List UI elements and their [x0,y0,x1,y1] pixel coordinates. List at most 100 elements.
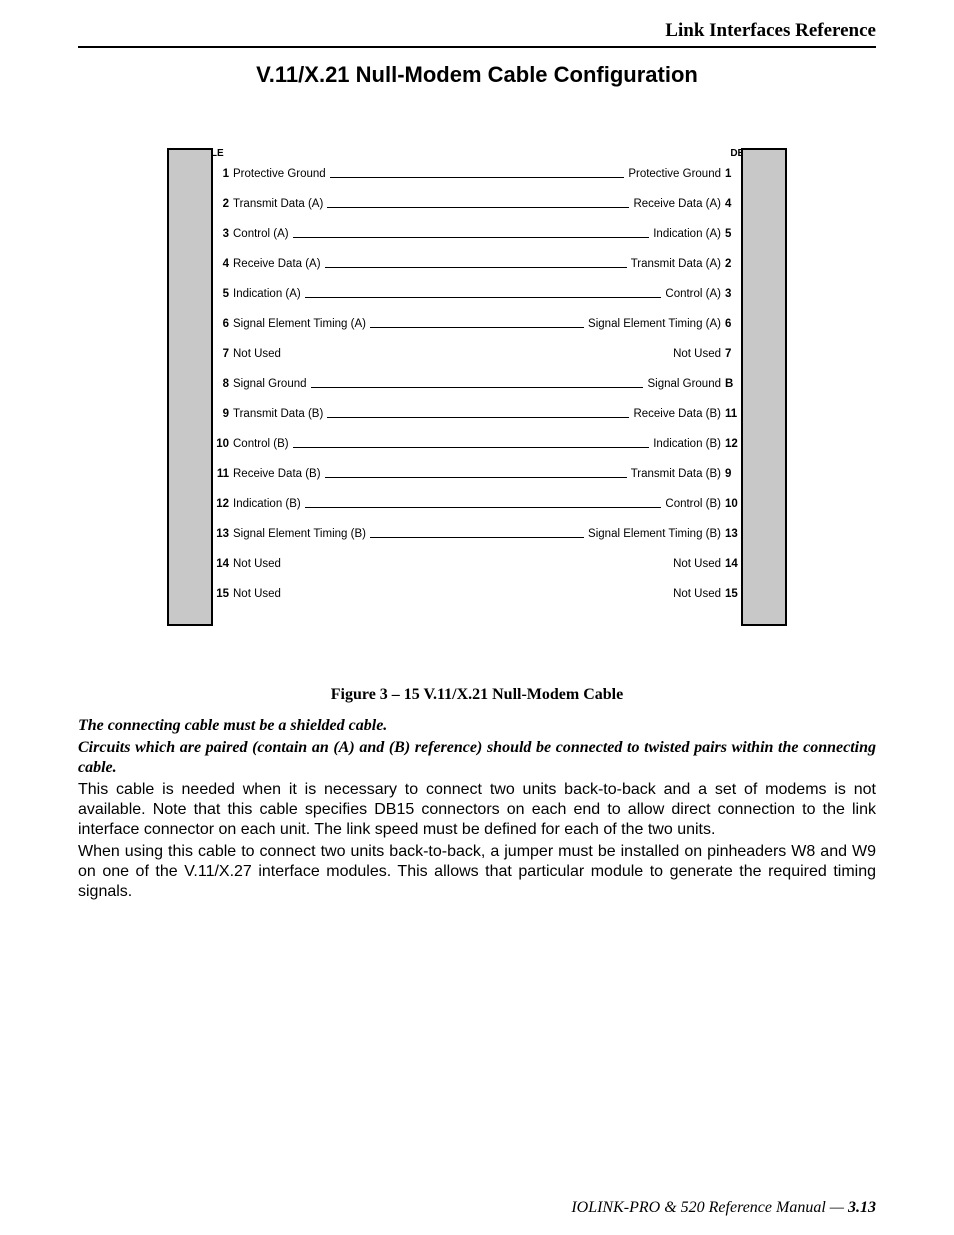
right-signal: Indication (A) [653,228,721,240]
left-signal: Transmit Data (B) [233,408,323,420]
pin-row: 12Indication (B) Control (B)10 [213,480,741,510]
pin-rows: 1Protective GroundProtective Ground12Tra… [213,148,741,626]
left-pin: 4 [213,258,233,270]
pin-row: 7Not UsedNot Used7 [213,330,741,360]
left-signal: Transmit Data (A) [233,198,323,210]
left-signal: Protective Ground [233,168,326,180]
wire [311,387,644,388]
left-pin: 6 [213,318,233,330]
right-signal: Receive Data (B) [633,408,721,420]
right-pin: B [721,378,741,390]
left-signal: Not Used [233,588,281,600]
cable-diagram: DB15 MALE DB15 MALE 1Protective GroundPr… [167,148,787,626]
right-pin: 9 [721,468,741,480]
pin-row: 5Indication (A) Control (A)3 [213,270,741,300]
left-pin: 13 [213,528,233,540]
right-pin: 7 [721,348,741,360]
right-signal: Signal Element Timing (B) [588,528,721,540]
left-signal: Indication (A) [233,288,301,300]
left-signal: Receive Data (A) [233,258,321,270]
page-footer: IOLINK-PRO & 520 Reference Manual — 3.13 [571,1199,876,1217]
pin-row: 4Receive Data (A) Transmit Data (A)2 [213,240,741,270]
pin-row: 14Not UsedNot Used14 [213,540,741,570]
right-pin: 2 [721,258,741,270]
footer-page: 3.13 [848,1199,876,1216]
pin-row: 15Not UsedNot Used15 [213,570,741,600]
left-pin: 9 [213,408,233,420]
wire [330,177,625,178]
right-signal: Signal Ground [647,378,721,390]
right-signal: Control (B) [665,498,721,510]
right-pin: 11 [721,408,741,420]
right-signal: Control (A) [665,288,721,300]
right-pin: 4 [721,198,741,210]
right-pin: 1 [721,168,741,180]
body-paragraph: This cable is needed when it is necessar… [78,780,876,840]
left-pin: 2 [213,198,233,210]
section-title: V.11/X.21 Null-Modem Cable Configuration [78,62,876,88]
right-signal: Indication (B) [653,438,721,450]
left-pin: 12 [213,498,233,510]
right-pin: 6 [721,318,741,330]
left-pin: 5 [213,288,233,300]
left-pin: 8 [213,378,233,390]
pin-row: 10Control (B) Indication (B)12 [213,420,741,450]
wire [293,237,650,238]
left-pin: 7 [213,348,233,360]
left-signal: Control (A) [233,228,289,240]
left-signal: Indication (B) [233,498,301,510]
left-signal: Not Used [233,348,281,360]
right-pin: 12 [721,438,741,450]
wire [325,267,627,268]
left-signal: Receive Data (B) [233,468,321,480]
right-pin: 3 [721,288,741,300]
header-rule [78,46,876,48]
right-signal: Not Used [673,588,721,600]
left-signal: Control (B) [233,438,289,450]
right-signal: Not Used [673,348,721,360]
pin-row: 13Signal Element Timing (B)Signal Elemen… [213,510,741,540]
left-pin: 10 [213,438,233,450]
wire [305,507,662,508]
right-connector-block [741,148,787,626]
pin-row: 8Signal GroundSignal GroundB [213,360,741,390]
wire [327,417,629,418]
left-pin: 14 [213,558,233,570]
left-signal: Signal Ground [233,378,307,390]
right-pin: 14 [721,558,741,570]
right-pin: 13 [721,528,741,540]
pin-row: 6Signal Element Timing (A)Signal Element… [213,300,741,330]
right-signal: Receive Data (A) [633,198,721,210]
wire [370,537,584,538]
wire [370,327,584,328]
wire [293,447,650,448]
left-signal: Not Used [233,558,281,570]
wire [327,207,629,208]
pin-row: 3Control (A) Indication (A)5 [213,210,741,240]
left-signal: Signal Element Timing (A) [233,318,366,330]
note-text: Circuits which are paired (contain an (A… [78,738,876,778]
right-pin: 10 [721,498,741,510]
left-pin: 1 [213,168,233,180]
note-text: The connecting cable must be a shielded … [78,716,876,736]
wire [305,297,662,298]
left-pin: 3 [213,228,233,240]
page-header-section: Link Interfaces Reference [78,20,876,46]
right-signal: Protective Ground [628,168,721,180]
right-pin: 5 [721,228,741,240]
footer-manual: IOLINK-PRO & 520 Reference Manual — [571,1199,848,1216]
left-pin: 11 [213,468,233,480]
left-connector-block [167,148,213,626]
right-signal: Signal Element Timing (A) [588,318,721,330]
figure-caption: Figure 3 – 15 V.11/X.21 Null-Modem Cable [78,686,876,704]
diagram-body: 1Protective GroundProtective Ground12Tra… [167,148,787,626]
wire [325,477,627,478]
right-pin: 15 [721,588,741,600]
right-signal: Transmit Data (B) [631,468,721,480]
right-signal: Not Used [673,558,721,570]
right-signal: Transmit Data (A) [631,258,721,270]
pin-row: 9Transmit Data (B) Receive Data (B)11 [213,390,741,420]
pin-row: 1Protective GroundProtective Ground1 [213,150,741,180]
pin-row: 11Receive Data (B) Transmit Data (B)9 [213,450,741,480]
left-pin: 15 [213,588,233,600]
